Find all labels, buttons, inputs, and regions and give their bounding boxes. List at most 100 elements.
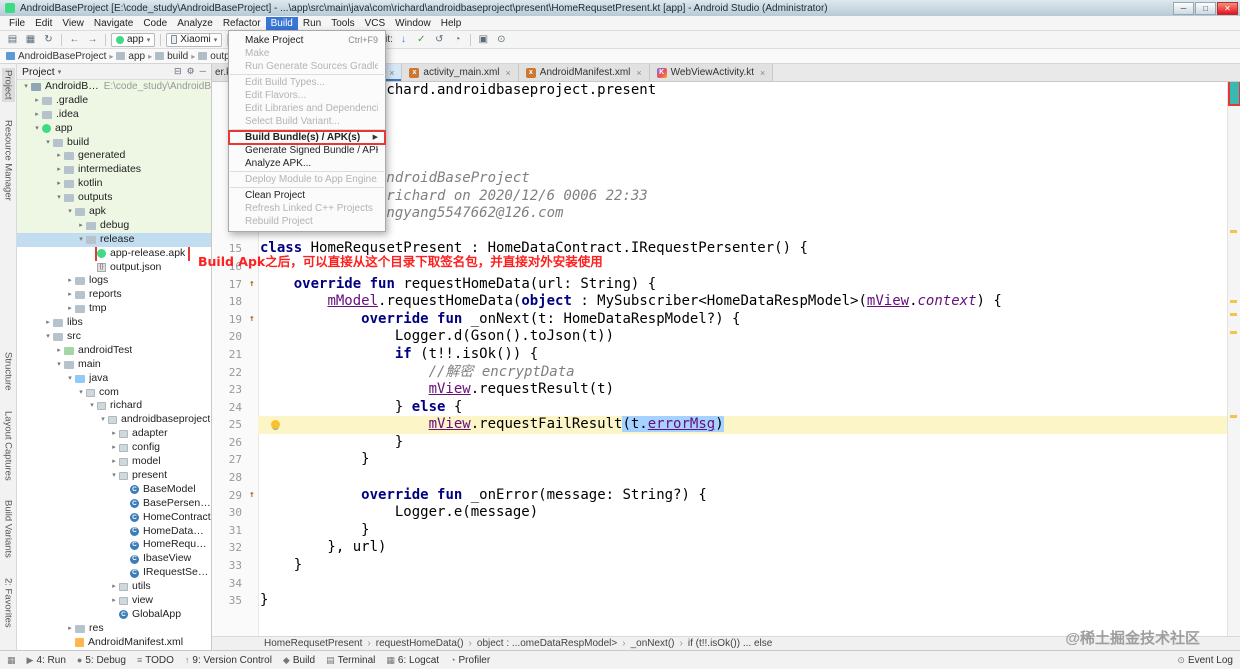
tree-item-adapter[interactable]: ▸ adapter [17,427,211,441]
tree-item-ibaseview[interactable]: C IbaseView [17,552,211,566]
code-line-32[interactable]: 32 }, url) [212,539,1227,557]
toolwindow-switcher-icon[interactable]: ▦ [7,655,16,666]
editor-scrollbar[interactable] [1227,82,1240,636]
toolstrip-layout-captures[interactable]: Layout Captures [2,409,15,483]
build-menu-item-rebuild-project[interactable]: Rebuild Project [229,215,385,228]
tree-toggle-icon[interactable]: ▸ [65,302,75,316]
search-everywhere-icon[interactable]: ⊙ [494,33,509,47]
tree-item-app[interactable]: ▾ app [17,121,211,136]
code-line-26[interactable]: 26 } [212,434,1227,452]
menu-navigate[interactable]: Navigate [89,17,138,30]
build-menu-item-run-generate-sources-gradle-tasks[interactable]: Run Generate Sources Gradle Tasks [229,60,385,73]
editor-breadcrumb-2[interactable]: object : ...omeDataRespModel> [477,638,617,649]
code-line-33[interactable]: 33 } [212,557,1227,575]
editor-breadcrumb-4[interactable]: if (t!!.isOk()) ... else [688,638,772,649]
tree-item-release[interactable]: ▾ release [17,232,211,247]
project-panel-title[interactable]: Project [22,66,55,78]
build-menu-item-clean-project[interactable]: Clean Project [229,189,385,202]
statusbar-terminal-toolwindow[interactable]: ▤ Terminal [326,655,375,666]
code-line-35[interactable]: 35} [212,592,1227,610]
tree-toggle-icon[interactable]: ▸ [54,149,64,163]
tree-item-androidbaseproject[interactable]: ▾ androidbaseproject [17,413,211,427]
tree-item-output-json[interactable]: {} output.json [17,261,211,275]
sync-icon[interactable]: ↻ [41,33,56,47]
tree-toggle-icon[interactable]: ▾ [87,399,97,413]
toolstrip-build-variants[interactable]: Build Variants [2,498,15,560]
tree-toggle-icon[interactable]: ▾ [65,205,75,219]
tree-item-main[interactable]: ▾ main [17,358,211,372]
statusbar-logcat-toolwindow[interactable]: ▦ 6: Logcat [386,655,439,666]
tree-item-richard[interactable]: ▾ richard [17,399,211,413]
close-icon[interactable]: × [389,68,394,78]
tree-item-intermediates[interactable]: ▸ intermediates [17,163,211,178]
breadcrumb-build[interactable]: build [155,51,188,62]
build-menu-item-make-project[interactable]: Make Project Ctrl+F9 [229,34,385,47]
tree-item-irequestservicemodel[interactable]: C IRequestServiceModel [17,566,211,580]
tree-toggle-icon[interactable]: ▸ [109,455,119,469]
tree-toggle-icon[interactable]: ▾ [43,136,53,150]
statusbar-debug-toolwindow[interactable]: ● 5: Debug [77,655,126,666]
tree-toggle-icon[interactable]: ▾ [54,358,64,372]
tree-item-outputs[interactable]: ▾ outputs [17,191,211,206]
tree-item-logs[interactable]: ▸ logs [17,274,211,288]
tab-androidmanifest-xml[interactable]: x AndroidManifest.xml × [518,64,650,81]
git-rollback-icon[interactable]: ↺ [432,33,447,47]
code-line-23[interactable]: 23 mView.requestResult(t) [212,381,1227,399]
close-button[interactable]: ✕ [1217,1,1238,15]
tree-toggle-icon[interactable]: ▾ [21,80,31,94]
warning-stripe-mark[interactable] [1230,331,1237,334]
tree-item-debug[interactable]: ▸ debug [17,218,211,233]
editor-breadcrumb-0[interactable]: HomeRequsetPresent [264,638,362,649]
scrollbar-thumb[interactable] [1228,82,1240,106]
diff-icon[interactable]: ▣ [476,33,491,47]
build-menu-item-edit-build-types[interactable]: Edit Build Types... [229,76,385,89]
statusbar-version-control-toolwindow[interactable]: ↑ 9: Version Control [185,655,272,666]
code-line-17[interactable]: 17 ↑ override fun requestHomeData(url: St… [212,276,1227,294]
tree-item-apk[interactable]: ▾ apk [17,205,211,219]
code-line-29[interactable]: 29 ↑ override fun _onError(message: Strin… [212,487,1227,505]
statusbar-run-toolwindow[interactable]: ▶ 4: Run [27,655,66,666]
build-menu-item-edit-flavors[interactable]: Edit Flavors... [229,89,385,102]
tree-toggle-icon[interactable]: ▸ [65,274,75,288]
tree-item-libs[interactable]: ▸ libs [17,316,211,330]
tree-item-app-release-apk[interactable]: app-release.apk [17,246,211,261]
menu-run[interactable]: Run [298,17,326,30]
code-line-28[interactable]: 28 [212,469,1227,487]
hide-panel-icon[interactable]: ─ [200,66,206,77]
collapse-all-icon[interactable]: ⊟ [174,66,182,77]
git-update-icon[interactable]: ↓ [396,33,411,47]
code-line-34[interactable]: 34 [212,575,1227,593]
code-line-19[interactable]: 19 ↑ override fun _onNext(t: HomeDataResp… [212,311,1227,329]
editor-breadcrumb-1[interactable]: requestHomeData() [376,638,464,649]
code-line-24[interactable]: 24 } else { [212,399,1227,417]
tree-toggle-icon[interactable]: ▸ [54,344,64,358]
build-menu-item-make[interactable]: Make [229,47,385,60]
tree-toggle-icon[interactable]: ▸ [65,622,75,636]
tree-toggle-icon[interactable]: ▸ [54,177,64,191]
statusbar-event-log[interactable]: ⊙ Event Log [1177,655,1233,666]
tree-item-androidtest[interactable]: ▸ androidTest [17,344,211,358]
menu-edit[interactable]: Edit [30,17,57,30]
open-project-icon[interactable]: ▤ [5,33,20,47]
tab-activity-main-xml[interactable]: x activity_main.xml × [402,64,519,81]
menu-vcs[interactable]: VCS [360,17,391,30]
build-menu-item-analyze-apk[interactable]: Analyze APK... [229,157,385,170]
maximize-button[interactable]: □ [1195,1,1216,15]
warning-stripe-mark[interactable] [1230,300,1237,303]
toolstrip-structure[interactable]: Structure [2,350,15,393]
code-line-31[interactable]: 31 } [212,522,1227,540]
menu-window[interactable]: Window [390,17,436,30]
code-line-25[interactable]: 25 mView.requestFailResult(t.errorMsg) [212,416,1227,434]
menu-help[interactable]: Help [436,17,467,30]
menu-refactor[interactable]: Refactor [218,17,266,30]
menu-build[interactable]: Build [265,16,298,30]
code-line-18[interactable]: 18 mModel.requestHomeData(object : MySub… [212,293,1227,311]
device-selector[interactable]: Xiaomi ▾ [166,32,223,47]
tree-toggle-icon[interactable]: ▾ [109,469,119,483]
tree-item-basepersenter[interactable]: C BasePersenter [17,497,211,511]
tree-item-androidbaseproject[interactable]: ▾ AndroidBaseProject E:\code_study\Android… [17,80,211,94]
tree-item-com[interactable]: ▾ com [17,386,211,400]
tree-toggle-icon[interactable]: ▸ [54,163,64,177]
tree-toggle-icon[interactable]: ▾ [65,372,75,386]
menu-code[interactable]: Code [138,17,172,30]
